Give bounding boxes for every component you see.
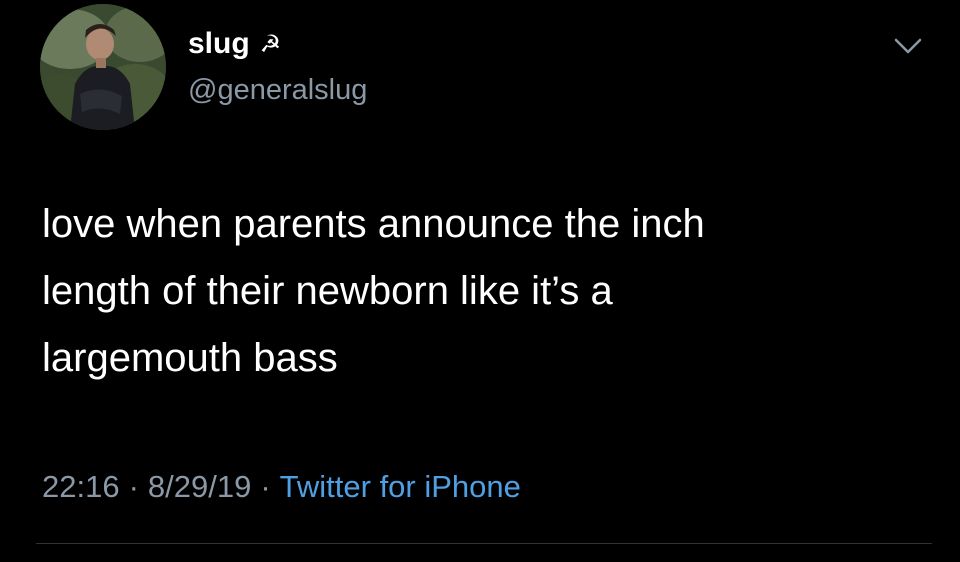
- tweet: slug ☭ @generalslug love when parents an…: [0, 0, 960, 562]
- avatar[interactable]: [40, 4, 166, 130]
- tweet-date[interactable]: 8/29/19: [148, 469, 251, 505]
- display-name-row[interactable]: slug ☭: [188, 24, 281, 64]
- hammer-sickle-icon: ☭: [259, 30, 282, 58]
- display-name[interactable]: slug: [188, 26, 250, 62]
- tweet-time[interactable]: 22:16: [42, 469, 120, 505]
- user-handle[interactable]: @generalslug: [188, 73, 367, 107]
- meta-separator: ·: [128, 469, 139, 504]
- tweet-text-line: largemouth bass: [42, 336, 338, 380]
- tweet-text-line: love when parents announce the inch: [42, 202, 705, 246]
- divider: [36, 543, 932, 544]
- tweet-text: love when parents announce the inch leng…: [42, 191, 922, 392]
- meta-separator: ·: [260, 469, 271, 504]
- tweet-meta: 22:16 · 8/29/19 · Twitter for iPhone: [42, 469, 521, 505]
- chevron-down-icon[interactable]: [892, 34, 924, 58]
- tweet-source-link[interactable]: Twitter for iPhone: [280, 469, 521, 505]
- avatar-photo-icon: [40, 4, 166, 130]
- tweet-text-line: length of their newborn like it’s a: [42, 269, 613, 313]
